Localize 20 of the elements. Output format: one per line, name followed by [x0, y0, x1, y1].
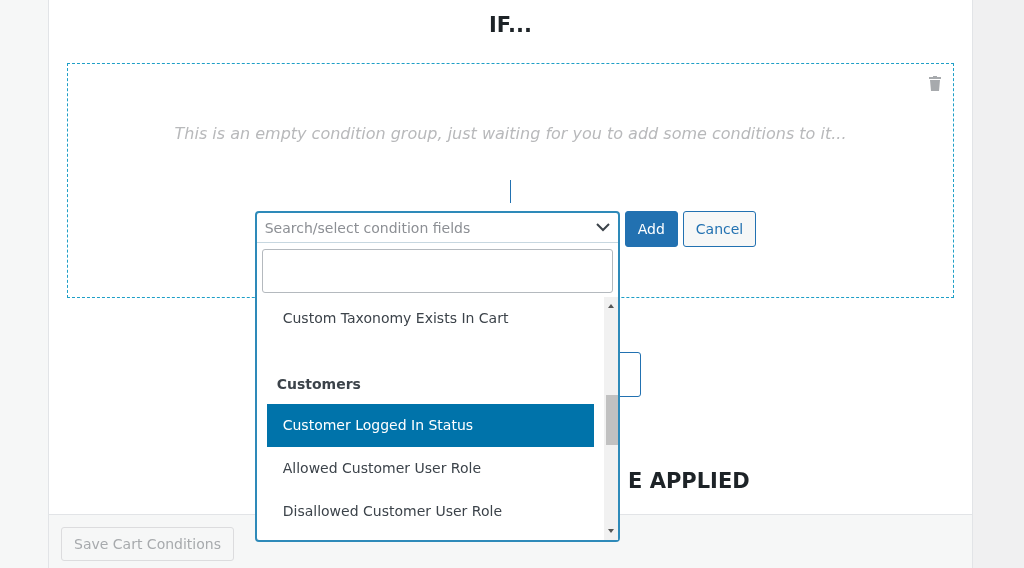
cancel-button[interactable]: Cancel [682, 211, 757, 247]
option-group-label: Customers [275, 375, 362, 394]
option-item[interactable]: Customer Logged In Status [266, 404, 594, 447]
option-item[interactable]: Custom Taxonomy Exists In Cart [266, 297, 594, 340]
option-item[interactable]: Allowed Customer User Role [266, 447, 594, 490]
condition-dropdown[interactable]: Search/select condition fields Custom Taxonomy Exists In Cart Customers Customer Logged In Status Allowed Customer User Role Disallowed Customer User Role [254, 211, 620, 542]
scroll-up-icon[interactable] [606, 303, 615, 309]
scrollbar-thumb[interactable] [605, 395, 618, 445]
section-heading: E APPLIED [628, 469, 750, 493]
section-title: IF... [489, 12, 532, 39]
scroll-down-icon[interactable] [606, 528, 615, 534]
text-cursor [510, 180, 511, 203]
select-placeholder: Search/select condition fields [264, 219, 471, 236]
trash-icon[interactable] [928, 75, 942, 91]
chevron-down-icon [595, 223, 610, 232]
search-field[interactable] [261, 249, 613, 293]
scrollbar[interactable] [603, 297, 618, 540]
option-item[interactable]: Disallowed Customer User Role [266, 490, 594, 533]
add-button[interactable]: Add [624, 211, 678, 247]
empty-group-message: This is an empty condition group, just waiting for you to add some conditions to it... [174, 124, 847, 143]
